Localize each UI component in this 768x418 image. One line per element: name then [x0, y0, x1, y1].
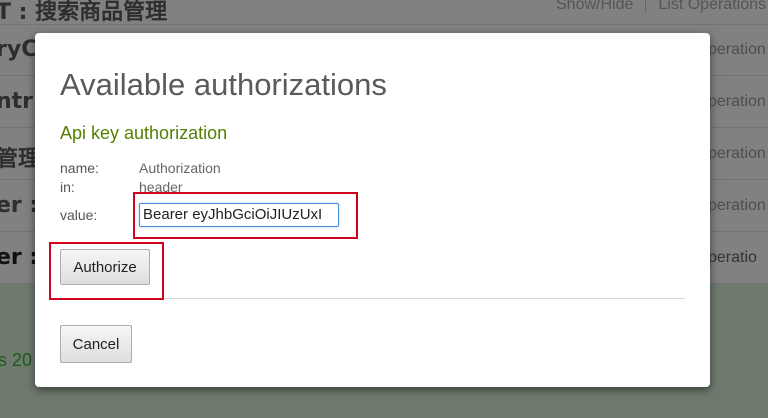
background-header-title: T : 搜索商品管理	[0, 0, 168, 25]
name-value: Authorization	[139, 160, 221, 176]
background-show-hide-link: Show/Hide	[556, 0, 634, 13]
background-row-title: er :	[0, 245, 39, 270]
background-row-link: peration	[708, 197, 766, 214]
background-row-title: 管理	[0, 147, 41, 172]
background-row-title: ntr	[0, 89, 34, 114]
background-row-link: peration	[708, 93, 766, 110]
background-row-title: ryC	[0, 37, 38, 62]
background-row-link: peration	[708, 145, 766, 162]
cancel-button[interactable]: Cancel	[60, 325, 132, 363]
authorizations-dialog: Available authorizations Api key authori…	[35, 33, 710, 387]
api-key-section-title: Api key authorization	[60, 123, 228, 143]
background-header-links: Show/Hide List Operations	[556, 0, 766, 14]
value-label: value:	[60, 207, 98, 223]
background-status-text: s 20	[0, 350, 33, 370]
background-row-link: peration	[708, 41, 766, 58]
name-label: name:	[60, 160, 99, 176]
in-label: in:	[60, 179, 75, 195]
dialog-title: Available authorizations	[60, 67, 387, 102]
background-row-link: peratio	[708, 249, 757, 266]
value-input-highlight	[133, 192, 358, 239]
background-list-operations-link: List Operations	[658, 0, 766, 13]
authorize-button-highlight	[49, 242, 164, 300]
background-row-title: er :	[0, 193, 39, 218]
